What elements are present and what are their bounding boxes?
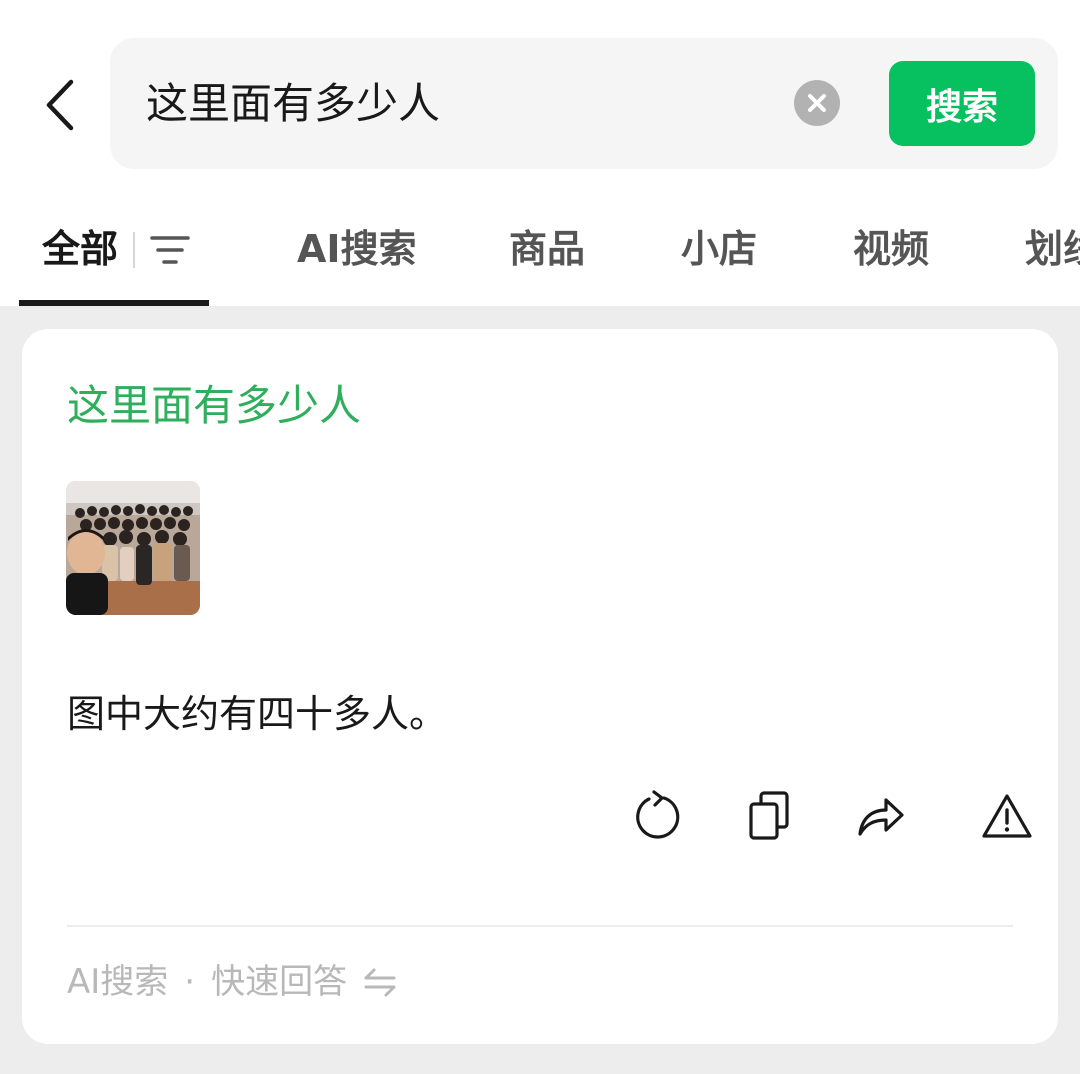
copy-icon bbox=[749, 791, 789, 840]
warning-triangle-icon bbox=[982, 794, 1032, 838]
chevron-left-icon bbox=[46, 79, 74, 131]
tab-videos[interactable]: 视频 bbox=[853, 224, 929, 274]
ai-answer-card: 这里面有多少人 图中大约有四十多人。 AI搜索 · 快速回答 bbox=[22, 329, 1058, 1044]
footer-source-label: AI搜索 bbox=[67, 962, 169, 1002]
share-arrow-icon bbox=[858, 798, 904, 836]
back-button[interactable] bbox=[30, 70, 90, 140]
tab-all[interactable]: 全部 bbox=[42, 224, 118, 274]
filter-icon[interactable] bbox=[148, 230, 192, 270]
refresh-icon bbox=[636, 790, 680, 839]
footer-divider bbox=[67, 925, 1013, 927]
top-bar: 这里面有多少人 搜索 全部 AI搜索 商品 小店 视频 划线 bbox=[0, 0, 1080, 306]
copy-button[interactable] bbox=[739, 784, 799, 848]
search-box[interactable]: 这里面有多少人 搜索 bbox=[110, 38, 1058, 169]
tab-ai-search[interactable]: AI搜索 bbox=[297, 224, 417, 274]
footer-separator: · bbox=[184, 962, 196, 1002]
tab-bar: 全部 AI搜索 商品 小店 视频 划线 bbox=[0, 210, 1080, 306]
tab-shops[interactable]: 小店 bbox=[681, 224, 757, 274]
query-image-thumbnail[interactable] bbox=[66, 481, 200, 615]
search-input[interactable]: 这里面有多少人 bbox=[146, 76, 440, 132]
tab-products[interactable]: 商品 bbox=[509, 224, 585, 274]
close-icon bbox=[808, 94, 826, 112]
regenerate-button[interactable] bbox=[628, 784, 688, 848]
active-tab-indicator bbox=[19, 300, 209, 306]
share-button[interactable] bbox=[851, 784, 911, 848]
answer-footer[interactable]: AI搜索 · 快速回答 bbox=[67, 959, 397, 1005]
switch-arrows-icon[interactable] bbox=[363, 967, 397, 997]
search-button[interactable]: 搜索 bbox=[889, 61, 1035, 146]
group-photo-image bbox=[66, 481, 200, 615]
answer-actions bbox=[22, 784, 1058, 848]
report-button[interactable] bbox=[977, 784, 1037, 848]
tab-divider bbox=[133, 232, 135, 268]
answer-text: 图中大约有四十多人。 bbox=[67, 692, 448, 736]
tab-highlights[interactable]: 划线 bbox=[1025, 224, 1080, 274]
footer-mode-label: 快速回答 bbox=[211, 962, 348, 1002]
clear-search-button[interactable] bbox=[794, 80, 840, 126]
question-title[interactable]: 这里面有多少人 bbox=[67, 377, 361, 435]
